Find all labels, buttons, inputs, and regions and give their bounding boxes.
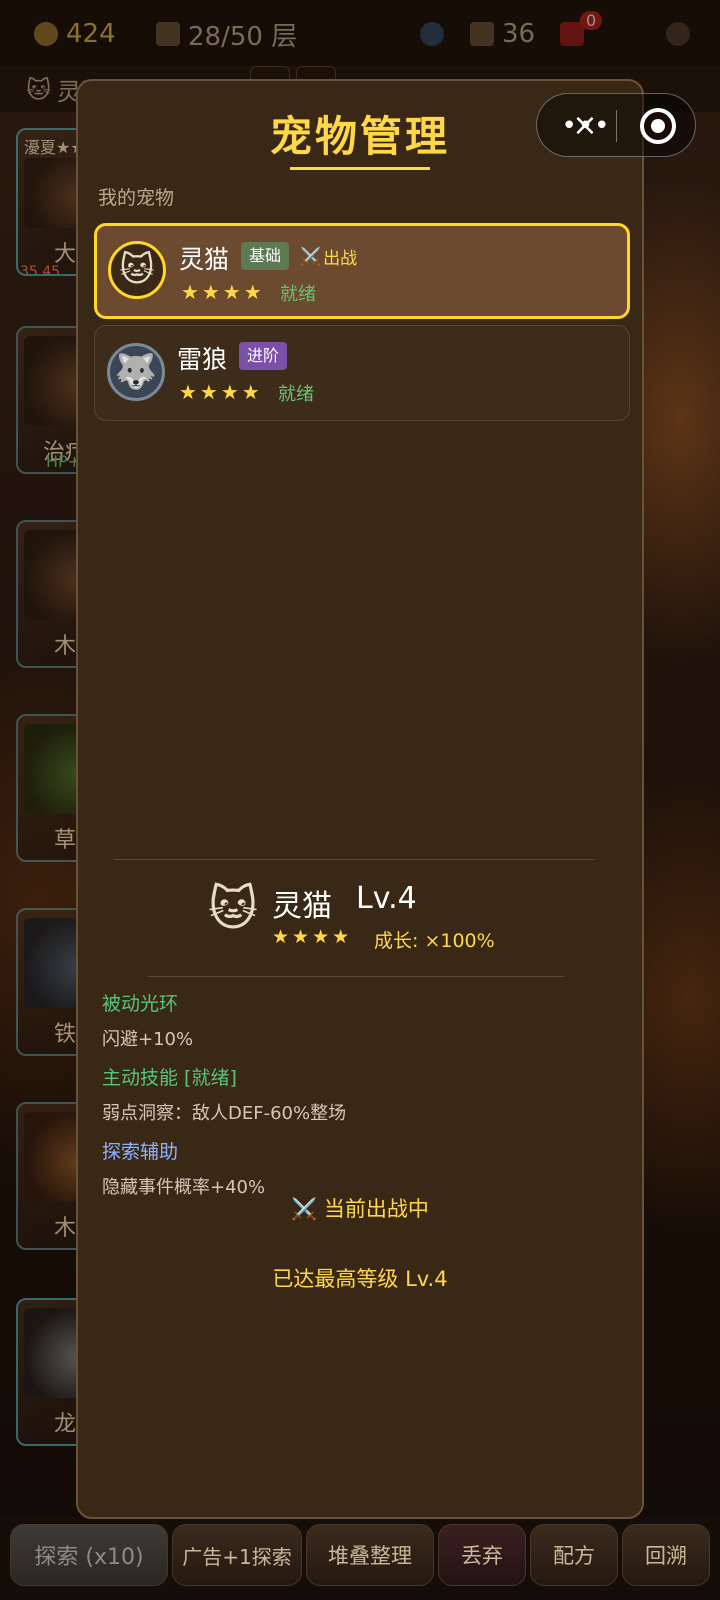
ad-explore-button[interactable]: 广告+1探索 <box>172 1524 302 1586</box>
title-underline <box>290 167 430 170</box>
gift-icon <box>560 22 584 46</box>
capsule-separator <box>616 110 617 142</box>
gift-stat[interactable]: 0 <box>560 10 614 54</box>
explore-assist-title: 探索辅助 <box>102 1141 179 1163</box>
floor-stat: 28/50 层 <box>156 14 297 54</box>
ticket-icon <box>470 22 494 46</box>
gold-stat: 424 <box>34 14 116 54</box>
detail-pet-name: 灵猫 <box>272 889 332 924</box>
globe-stat[interactable] <box>420 14 444 54</box>
explore-button[interactable]: 探索 (x10) <box>10 1524 168 1586</box>
active-skill-title: 主动技能 [就绪] <box>102 1067 237 1089</box>
wolf-avatar-icon: 🐺 <box>107 343 165 401</box>
exit-target-icon[interactable] <box>640 108 676 144</box>
dice-stat[interactable] <box>666 14 690 54</box>
gold-value: 424 <box>66 19 116 49</box>
mini-program-capsule: ••• × <box>536 93 696 157</box>
crossed-swords-icon: ⚔️ <box>291 1197 324 1221</box>
deployed-status: ⚔️ 当前出战中 <box>78 1193 642 1223</box>
deploy-text: 出战 <box>323 249 358 269</box>
globe-icon <box>420 22 444 46</box>
max-level-text: 已达最高等级 Lv.4 <box>272 1267 448 1291</box>
floor-icon <box>156 22 180 46</box>
cat-icon: 🐱 <box>26 75 52 104</box>
pet-name: 雷狼 <box>177 345 228 374</box>
detail-stars: ★★★★ <box>272 926 353 948</box>
pet-detail-header: 🐱 灵猫 Lv.4 ★★★★ 成长: ×100% <box>208 881 548 961</box>
pet-management-modal: 宠物管理 我的宠物 🐱 灵猫 基础 ⚔️ 出战 ★★★★ 就绪 🐺 雷狼 进阶 … <box>76 79 644 1519</box>
close-icon: × <box>572 108 598 143</box>
detail-growth: 成长: ×100% <box>374 930 495 952</box>
detail-pet-level: Lv.4 <box>356 881 417 916</box>
deploy-tag: ⚔️ 出战 <box>300 244 358 270</box>
detail-divider <box>148 976 564 977</box>
modal-close-button[interactable]: × <box>565 110 605 142</box>
passive-aura-title: 被动光环 <box>102 993 179 1015</box>
ticket-value: 36 <box>502 19 536 49</box>
pet-card-thunder-wolf[interactable]: 🐺 雷狼 进阶 ★★★★ 就绪 <box>94 325 630 421</box>
pet-stars: ★★★★ <box>181 280 265 304</box>
tier-badge: 进阶 <box>239 342 288 370</box>
stack-sort-button[interactable]: 堆叠整理 <box>306 1524 434 1586</box>
dice-icon <box>666 22 690 46</box>
pet-status: 就绪 <box>280 284 316 305</box>
notification-badge: 0 <box>580 10 603 30</box>
ticket-stat: 36 <box>470 14 535 54</box>
passive-aura-text: 闪避+10% <box>102 1029 194 1050</box>
my-pets-label: 我的宠物 <box>98 187 175 209</box>
top-status-bar: 424 28/50 层 36 0 <box>0 0 720 66</box>
active-skill-text: 弱点洞察：敌人DEF-60%整场 <box>102 1103 347 1124</box>
coin-icon <box>34 22 58 46</box>
crossed-swords-icon: ⚔️ <box>300 246 322 267</box>
deployed-status-text: 当前出战中 <box>323 1197 429 1221</box>
cat-avatar-icon: 🐱 <box>108 241 166 299</box>
floor-value: 28/50 层 <box>188 21 298 52</box>
pet-stars: ★★★★ <box>179 380 263 404</box>
pet-status: 就绪 <box>278 384 314 405</box>
cat-face-icon: 🐱 <box>208 881 259 937</box>
tier-badge: 基础 <box>241 242 290 270</box>
grid-card-stats: 35 45 <box>20 264 61 276</box>
pet-card-spirit-cat[interactable]: 🐱 灵猫 基础 ⚔️ 出战 ★★★★ 就绪 <box>94 223 630 319</box>
recipe-button[interactable]: 配方 <box>530 1524 618 1586</box>
section-divider <box>114 859 594 860</box>
discard-button[interactable]: 丢弃 <box>438 1524 526 1586</box>
pet-name: 灵猫 <box>179 245 230 274</box>
rewind-button[interactable]: 回溯 <box>622 1524 710 1586</box>
